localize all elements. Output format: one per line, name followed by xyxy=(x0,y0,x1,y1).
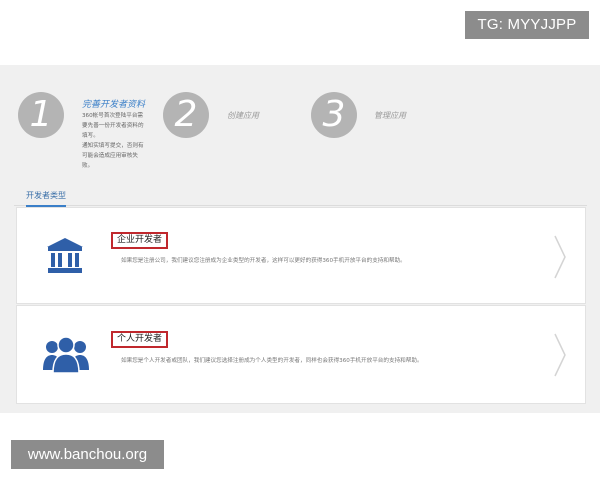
users-icon xyxy=(43,334,89,378)
individual-developer-card[interactable]: 个人开发者 如果您是个人开发者或团队，我们建议您选择注册成为个人类型的开发者，同… xyxy=(16,305,586,404)
step-1-title[interactable]: 完善开发者资料 xyxy=(82,97,145,110)
watermark-top: TG: MYYJJPP xyxy=(465,11,589,39)
step-3-circle: 3 xyxy=(311,92,357,138)
enterprise-developer-card[interactable]: 企业开发者 如果您是注册公司，我们建议您注册成为企业类型的开发者，这样可以更好的… xyxy=(16,207,586,304)
step-2-circle: 2 xyxy=(163,92,209,138)
tab-developer-type[interactable]: 开发者类型 xyxy=(26,190,66,207)
chevron-right-icon[interactable] xyxy=(553,332,567,378)
developer-type-tabbar: 开发者类型 xyxy=(14,186,587,207)
step-1-circle: 1 xyxy=(18,92,64,138)
step-2-title[interactable]: 创建应用 xyxy=(227,110,259,121)
registration-panel: 1 完善开发者资料 360帐号首次登陆平台需 要先善一份开发者资料的 填写。 通… xyxy=(0,65,600,413)
enterprise-developer-title[interactable]: 企业开发者 xyxy=(111,232,169,249)
enterprise-developer-description: 如果您是注册公司，我们建议您注册成为企业类型的开发者，这样可以更好的获得360手… xyxy=(121,258,406,264)
chevron-right-icon[interactable] xyxy=(553,234,567,280)
bank-icon xyxy=(45,236,85,280)
individual-developer-description: 如果您是个人开发者或团队，我们建议您选择注册成为个人类型的开发者，同样也会获得3… xyxy=(121,358,423,364)
step-3-title[interactable]: 管理应用 xyxy=(374,110,406,121)
step-1-description: 360帐号首次登陆平台需 要先善一份开发者资料的 填写。 通知实填写提交，否则有… xyxy=(82,113,144,169)
watermark-bottom: www.banchou.org xyxy=(11,440,164,469)
individual-developer-title[interactable]: 个人开发者 xyxy=(111,331,169,348)
